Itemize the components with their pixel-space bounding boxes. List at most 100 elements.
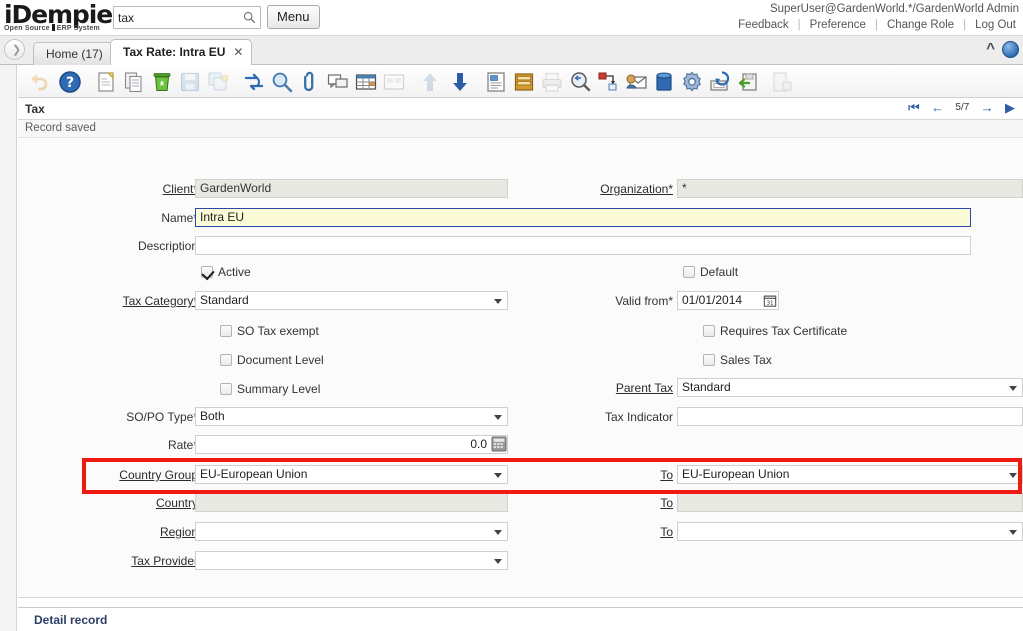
globe-icon[interactable] (1002, 41, 1019, 58)
window-title-bar: Tax ⏮ ← 5/7 → ▶ (18, 98, 1023, 120)
tax-indicator-field[interactable] (677, 407, 1023, 426)
find-icon[interactable] (270, 70, 294, 94)
global-search[interactable] (113, 6, 261, 29)
close-icon[interactable]: ✕ (233, 40, 243, 65)
export-icon[interactable] (708, 70, 732, 94)
brand-tagline: Open SourceERP System (4, 24, 116, 32)
next-record-button[interactable]: → (981, 100, 994, 116)
calendar-icon[interactable]: 31 (763, 293, 777, 308)
menu-button[interactable]: Menu (267, 5, 320, 29)
previous-record-button[interactable]: ← (931, 100, 944, 116)
region-to-select[interactable] (677, 522, 1023, 541)
print-preview-icon[interactable] (568, 70, 592, 94)
country-group-to-select[interactable]: EU-European Union (677, 465, 1023, 484)
rate-field[interactable]: 0.0 (195, 435, 508, 454)
sales-tax-checkbox[interactable] (703, 354, 715, 366)
status-message: Record saved (25, 122, 96, 134)
valid-from-field-wrap[interactable]: 01/01/2014 31 (677, 291, 779, 310)
request-icon[interactable] (624, 70, 648, 94)
default-label: Default (700, 265, 738, 279)
name-label: Name* (98, 211, 198, 225)
chevron-down-icon (1009, 530, 1017, 535)
import-icon[interactable] (736, 70, 760, 94)
report-icon[interactable] (484, 70, 508, 94)
chevron-right-icon: ❯ (12, 45, 21, 56)
product-info-icon[interactable] (652, 70, 676, 94)
app-logo: iDempiere Open SourceERP System (4, 1, 116, 35)
workflow-icon[interactable] (596, 70, 620, 94)
detail-record-icon[interactable] (448, 70, 472, 94)
tax-provider-select[interactable] (195, 551, 508, 570)
tab-tax-rate[interactable]: Tax Rate: Intra EU ✕ (110, 39, 252, 65)
tab-home-label: Home (17) (46, 47, 103, 61)
country-group-label[interactable]: Country Group (88, 468, 198, 482)
main-content: ? (18, 65, 1023, 631)
tab-home[interactable]: Home (17) (33, 42, 116, 65)
country-group-select[interactable]: EU-European Union (195, 465, 508, 484)
help-icon[interactable]: ? (58, 70, 82, 94)
print-icon (540, 70, 564, 94)
country-group-value: EU-European Union (200, 467, 307, 481)
refresh-icon[interactable] (242, 70, 266, 94)
sidebar-toggle-button[interactable]: ❯ (4, 39, 25, 60)
chevron-down-icon (494, 559, 502, 564)
default-checkbox[interactable] (683, 266, 695, 278)
brand-tagline-right: ERP System (57, 25, 100, 32)
chevron-down-icon (494, 473, 502, 478)
archive-icon[interactable] (512, 70, 536, 94)
client-label[interactable]: Client* (98, 182, 198, 196)
chat-note-icon[interactable] (326, 70, 350, 94)
summary-level-checkbox[interactable] (220, 383, 232, 395)
tax-category-select[interactable]: Standard (195, 291, 508, 310)
logout-link[interactable]: Log Out (966, 19, 1023, 31)
tax-provider-label[interactable]: Tax Provider (78, 554, 198, 568)
region-label[interactable]: Region (88, 525, 198, 539)
grid-toggle-icon[interactable] (354, 70, 378, 94)
attachment-icon[interactable] (298, 70, 322, 94)
search-icon[interactable] (243, 11, 256, 24)
process-gear-icon[interactable] (680, 70, 704, 94)
top-header-bar: iDempiere Open SourceERP System Menu Sup… (0, 0, 1023, 36)
region-to-label[interactable]: To (618, 525, 673, 539)
new-record-icon[interactable] (94, 70, 118, 94)
save-create-new-icon (206, 70, 230, 94)
description-field[interactable] (195, 236, 971, 255)
parent-record-icon (418, 70, 442, 94)
active-checkbox[interactable] (201, 266, 213, 278)
parent-tax-label[interactable]: Parent Tax (563, 381, 673, 395)
organization-label[interactable]: Organization* (518, 182, 673, 196)
change-role-link[interactable]: Change Role (878, 19, 963, 31)
chevron-up-icon[interactable]: ^ (986, 41, 995, 57)
left-sidebar-rail (0, 65, 17, 631)
copy-record-icon[interactable] (122, 70, 146, 94)
tax-indicator-label: Tax Indicator (563, 410, 673, 424)
preference-link[interactable]: Preference (801, 19, 875, 31)
country-label[interactable]: Country (88, 496, 198, 510)
tab-tax-rate-label: Tax Rate: Intra EU (123, 45, 225, 59)
region-select[interactable] (195, 522, 508, 541)
search-input[interactable] (114, 7, 238, 28)
parent-tax-select[interactable]: Standard (677, 378, 1023, 397)
feedback-link[interactable]: Feedback (729, 19, 798, 31)
delete-record-icon[interactable] (150, 70, 174, 94)
last-record-button[interactable]: ▶ (1005, 100, 1015, 116)
detail-record-title: Detail record (34, 613, 107, 627)
country-to-label[interactable]: To (618, 496, 673, 510)
first-record-button[interactable]: ⏮ (908, 100, 920, 116)
name-field[interactable]: Intra EU (195, 208, 971, 227)
country-group-to-value: EU-European Union (682, 467, 789, 481)
country-group-to-label[interactable]: To (618, 468, 673, 482)
calculator-icon[interactable] (491, 436, 507, 452)
so-po-type-select[interactable]: Both (195, 407, 508, 426)
summary-level-label: Summary Level (237, 382, 320, 396)
record-counter: 5/7 (955, 100, 969, 116)
window-toolbar: ? (18, 65, 1023, 98)
document-level-checkbox[interactable] (220, 354, 232, 366)
country-field (195, 493, 508, 512)
tax-category-label[interactable]: Tax Category* (98, 294, 198, 308)
chevron-down-icon (494, 415, 502, 420)
requires-tax-certificate-checkbox[interactable] (703, 325, 715, 337)
record-navigation: ⏮ ← 5/7 → ▶ (904, 100, 1019, 118)
so-tax-exempt-checkbox[interactable] (220, 325, 232, 337)
client-field: GardenWorld (195, 179, 508, 198)
